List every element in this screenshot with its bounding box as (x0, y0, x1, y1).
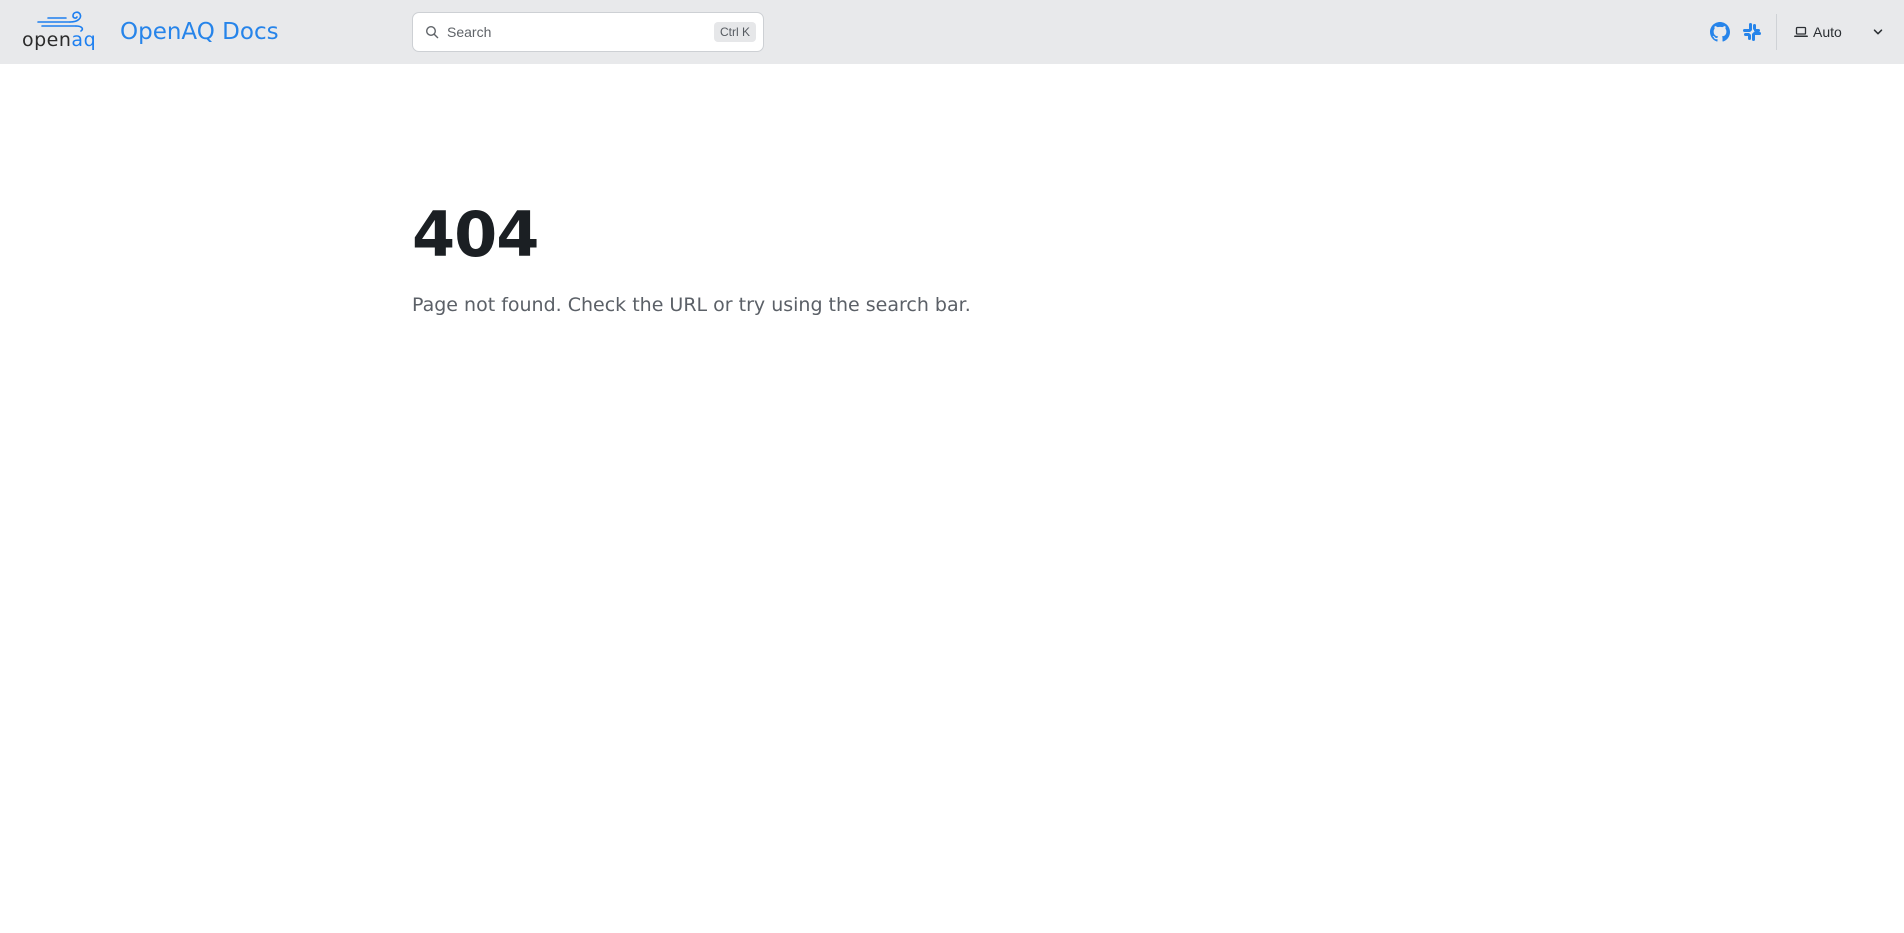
github-link[interactable] (1710, 22, 1730, 42)
logo-wordmark: openaq (22, 28, 96, 52)
openaq-logo: openaq (22, 10, 98, 54)
theme-label: Auto (1813, 24, 1842, 40)
github-icon (1710, 22, 1730, 42)
slack-icon (1743, 23, 1761, 41)
laptop-icon (1794, 26, 1808, 37)
chevron-down-icon (1873, 29, 1883, 35)
slack-link[interactable] (1742, 22, 1762, 42)
search-placeholder: Search (447, 24, 492, 40)
logo-wordmark-aq: aq (71, 29, 97, 51)
main-content: 404 Page not found. Check the URL or try… (412, 192, 1312, 318)
error-message: Page not found. Check the URL or try usi… (412, 294, 971, 316)
site-title[interactable]: OpenAQ Docs (120, 17, 279, 47)
error-code-heading: 404 (412, 198, 539, 271)
logo-wordmark-open: open (22, 29, 72, 51)
search-shortcut-hint: Ctrl K (714, 22, 756, 42)
top-navbar: openaq OpenAQ Docs Search Ctrl K Auto (0, 0, 1904, 64)
navbar-divider (1776, 14, 1777, 50)
search-icon (425, 25, 439, 39)
logo-link[interactable]: openaq (22, 10, 98, 54)
search-input[interactable]: Search Ctrl K (412, 12, 764, 52)
theme-switcher-dropdown[interactable]: Auto (1794, 20, 1884, 44)
